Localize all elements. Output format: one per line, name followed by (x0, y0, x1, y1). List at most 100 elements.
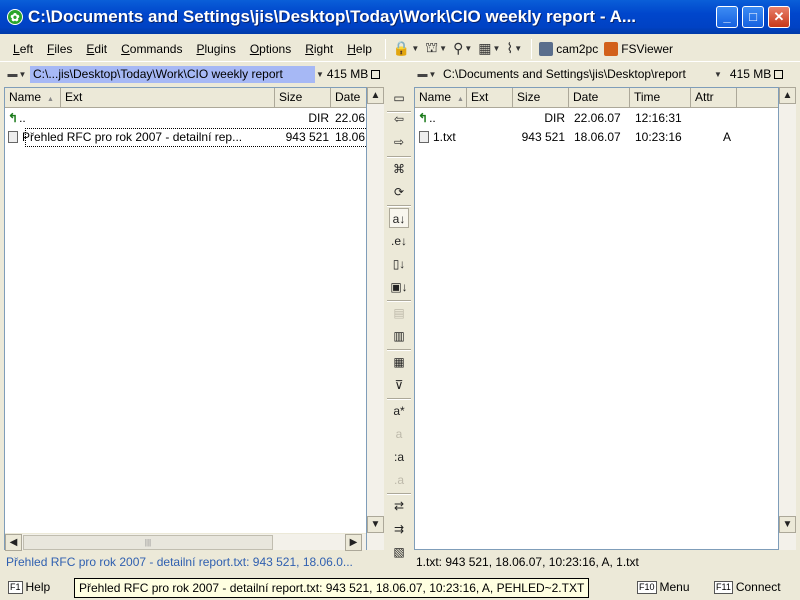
target-equals-source-icon[interactable]: ⇉ (389, 519, 409, 539)
minimize-button[interactable]: _ (716, 6, 738, 28)
left-maximize-panel-icon[interactable] (371, 69, 381, 79)
column-name[interactable]: Name ▲ (415, 88, 467, 108)
chevron-down-icon: ▼ (464, 44, 473, 53)
file-row[interactable]: ↰.. DIR 22.06. (5, 109, 366, 128)
scroll-left-icon[interactable]: ◀ (5, 534, 22, 551)
drive-refresh-icon[interactable]: ⟳ (389, 182, 409, 202)
file-row[interactable]: 1.txt 943 521 18.06.07 10:23:16 A (415, 128, 778, 147)
up-directory-icon: ↰ (8, 111, 19, 125)
right-drive-selector[interactable]: ▬ ▼ (414, 65, 440, 83)
file-row[interactable]: ↰.. DIR 22.06.07 12:16:31 (415, 109, 778, 128)
column-ext[interactable]: Ext (467, 88, 513, 108)
menu-options[interactable]: Options (243, 38, 298, 60)
column-name[interactable]: Name ▲ (5, 88, 61, 108)
chevron-down-icon: ▼ (439, 44, 448, 53)
new-folder-icon[interactable]: ▭ (389, 88, 409, 108)
right-drive-bar: ▬ ▼ C:\Documents and Settings\jis\Desktop… (414, 63, 798, 85)
brief-view-icon[interactable]: ▤ (389, 303, 409, 323)
menu-commands[interactable]: Commands (114, 38, 189, 60)
app-icon[interactable]: ✿ (7, 9, 23, 25)
menu-edit[interactable]: Edit (79, 38, 114, 60)
sort-by-name-icon[interactable]: a↓ (389, 208, 409, 228)
separator (387, 398, 411, 400)
programs-icon[interactable]: a (389, 424, 409, 444)
left-file-panel[interactable]: Name ▲ Ext Size Date ↰.. DIR 22.06. Přehl… (4, 87, 367, 550)
chevron-down-icon: ▼ (492, 44, 501, 53)
left-horizontal-scrollbar[interactable]: ◀ ||| ▶ (5, 533, 366, 551)
scroll-thumb[interactable]: ||| (23, 535, 273, 550)
binoculars-icon[interactable]: ⌘ (389, 159, 409, 179)
fsviewer-button[interactable]: FSViewer (601, 38, 676, 60)
chevron-down-icon: ▼ (514, 44, 523, 53)
network-icon: ⛫ (425, 39, 439, 55)
scroll-down-icon[interactable]: ▼ (779, 516, 796, 533)
scroll-up-icon[interactable]: ▲ (367, 87, 384, 104)
file-tooltip: Přehled RFC pro rok 2007 - detailní repo… (74, 578, 590, 598)
lock-button[interactable]: 🔒 ▼ (390, 38, 422, 60)
ftp-button[interactable]: ⛫ ▼ (422, 38, 450, 60)
f1-help-button[interactable]: F1 Help (8, 577, 50, 597)
separator (387, 493, 411, 495)
f11-connect-button[interactable]: F11 Connect (714, 577, 781, 597)
tree-view-icon[interactable]: ▦ (389, 352, 409, 372)
sort-by-date-icon[interactable]: ▣↓ (389, 277, 409, 297)
close-button[interactable]: ✕ (768, 6, 790, 28)
menu-left[interactable]: Left (6, 38, 40, 60)
swap-panels-icon[interactable]: ⇄ (389, 496, 409, 516)
file-row-selected[interactable]: Přehled RFC pro rok 2007 - detailní rep.… (8, 128, 366, 147)
sort-by-size-icon[interactable]: ▯↓ (389, 254, 409, 274)
title-bar: ✿ C:\Documents and Settings\jis\Desktop\… (0, 0, 800, 34)
compare-icon[interactable]: ▧ (389, 542, 409, 562)
chart-button[interactable]: ⌇ ▼ (503, 38, 525, 60)
menu-bar: Left Files Edit Commands Plugins Options… (0, 36, 800, 62)
right-maximize-panel-icon[interactable] (774, 69, 784, 79)
pack-button[interactable]: ▦ ▼ (475, 38, 503, 60)
arrow-left-icon[interactable]: ⇦ (389, 109, 409, 129)
toolbar-separator (531, 38, 533, 59)
menu-plugins[interactable]: Plugins (189, 38, 242, 60)
left-vertical-scrollbar[interactable]: ▲ ▼ (367, 87, 384, 550)
scroll-up-icon[interactable]: ▲ (779, 87, 796, 104)
drive-icon: ▬ (417, 68, 428, 80)
all-files-icon[interactable]: a* (389, 401, 409, 421)
scroll-right-icon[interactable]: ▶ (345, 534, 362, 551)
menu-files[interactable]: Files (40, 38, 79, 60)
right-vertical-scrollbar[interactable]: ▲ ▼ (779, 87, 796, 550)
full-view-icon[interactable]: ▥ (389, 326, 409, 346)
column-size[interactable]: Size (513, 88, 569, 108)
history-dropdown-icon[interactable]: ▼ (714, 70, 722, 79)
sort-by-ext-icon[interactable]: .e↓ (389, 231, 409, 251)
column-time[interactable]: Time (630, 88, 691, 108)
right-free-space: 415 MB (729, 67, 772, 81)
menu-right[interactable]: Right (298, 38, 340, 60)
maximize-button[interactable]: □ (742, 6, 764, 28)
right-file-panel[interactable]: Name ▲ Ext Size Date Time Attr ↰.. DIR 22… (414, 87, 779, 550)
user-filter-icon[interactable]: .a (389, 470, 409, 490)
column-date[interactable]: Date (569, 88, 630, 108)
left-drive-bar: ▬ ▼ C:\...jis\Desktop\Today\Work\CIO week… (4, 63, 384, 85)
history-dropdown-icon[interactable]: ▼ (316, 70, 324, 79)
cam2pc-button[interactable]: cam2pc (536, 38, 601, 60)
separator (387, 156, 411, 158)
filter-icon[interactable]: ⊽ (389, 375, 409, 395)
menu-help[interactable]: Help (340, 38, 379, 60)
text-file-icon (8, 131, 18, 143)
right-path[interactable]: C:\Documents and Settings\jis\Desktop\re… (440, 66, 708, 83)
column-size[interactable]: Size (275, 88, 331, 108)
viewer-icon (604, 41, 619, 56)
left-status-line: Přehled RFC pro rok 2007 - detailní repo… (6, 555, 353, 569)
f10-menu-button[interactable]: F10 Menu (637, 577, 690, 597)
find-button[interactable]: ⚲ ▼ (450, 38, 475, 60)
column-attr[interactable]: Attr (691, 88, 737, 108)
left-path[interactable]: C:\...jis\Desktop\Today\Work\CIO weekly … (30, 65, 315, 83)
cam2pc-label: cam2pc (556, 41, 599, 56)
chevron-down-icon: ▼ (411, 44, 420, 53)
column-ext[interactable]: Ext (61, 88, 275, 108)
chevron-down-icon: ▼ (428, 69, 437, 79)
column-date[interactable]: Date (331, 88, 366, 108)
separator (387, 300, 411, 302)
scroll-down-icon[interactable]: ▼ (367, 516, 384, 533)
left-drive-selector[interactable]: ▬ ▼ (4, 65, 30, 83)
arrow-right-icon[interactable]: ⇨ (389, 132, 409, 152)
custom-filter-icon[interactable]: :a (389, 447, 409, 467)
